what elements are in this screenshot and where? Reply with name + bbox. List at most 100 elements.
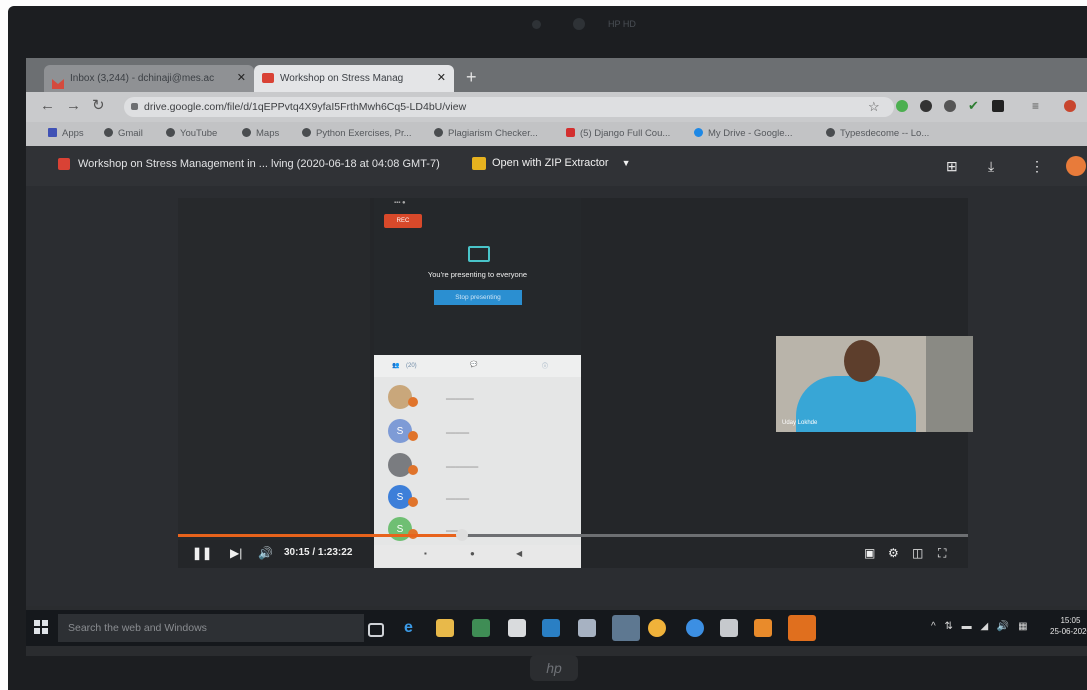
next-icon[interactable]: ▶| <box>230 546 242 560</box>
chevron-up-icon[interactable]: ^ <box>931 621 936 632</box>
file-explorer-icon[interactable] <box>436 619 454 637</box>
bookmark-drive[interactable]: My Drive - Google... <box>694 128 792 139</box>
open-with-button[interactable]: Open with ZIP Extractor ▼ <box>472 157 631 170</box>
speaker-head <box>844 340 880 382</box>
app-icon[interactable] <box>578 619 596 637</box>
rec-badge: REC <box>384 214 422 228</box>
edge-icon[interactable]: e <box>404 619 422 637</box>
network-icon[interactable]: ⇅ <box>944 621 952 632</box>
volume-tray-icon[interactable]: 🔊 <box>997 621 1009 632</box>
tab-workshop[interactable]: Workshop on Stress Manag ✕ <box>254 65 454 92</box>
list-item[interactable]: S ▁▁▁▁ <box>388 515 568 543</box>
extension-icon[interactable] <box>992 100 1004 112</box>
recents-icon: ▪ <box>424 549 427 558</box>
miniplayer-icon[interactable]: ◫ <box>912 546 923 560</box>
windows-start-icon[interactable] <box>34 620 48 634</box>
globe-icon <box>434 128 443 137</box>
bookmark-typesdecome[interactable]: Typesdecome -- Lo... <box>826 128 929 139</box>
close-icon[interactable]: ✕ <box>237 65 246 92</box>
list-item[interactable]: ▁▁▁▁▁▁ <box>388 383 568 411</box>
progress-bar[interactable] <box>178 529 968 541</box>
bookmark-python[interactable]: Python Exercises, Pr... <box>302 128 412 139</box>
stop-presenting-button[interactable]: Stop presenting <box>434 290 522 305</box>
clock-time: 15:05 <box>1060 616 1081 625</box>
bookmark-label: My Drive - Google... <box>708 128 793 139</box>
bookmark-label: Maps <box>256 128 280 139</box>
globe-icon <box>826 128 835 137</box>
app-active-icon[interactable] <box>788 615 816 641</box>
participant-name: ▁▁▁▁▁ <box>446 428 470 434</box>
new-tab-icon[interactable]: + <box>466 68 477 86</box>
reload-icon[interactable]: ↻ <box>92 98 105 114</box>
presenting-panel: ▪▪▪ ● REC You're presenting to everyone … <box>374 198 581 355</box>
volume-icon[interactable]: 🔊 <box>258 546 273 560</box>
forward-icon[interactable]: → <box>66 98 81 114</box>
bookmark-youtube[interactable]: YouTube <box>166 128 217 139</box>
bookmark-django[interactable]: (5) Django Full Cou... <box>566 128 670 139</box>
chrome-profile-icon[interactable] <box>686 619 704 637</box>
back-icon[interactable]: ← <box>40 98 55 114</box>
progress-fill <box>178 534 463 537</box>
settings-icon[interactable]: ⚙ <box>888 546 899 560</box>
document-icon[interactable] <box>720 619 738 637</box>
keyboard-icon[interactable]: ▦ <box>1018 621 1027 632</box>
presentation-icon[interactable] <box>754 619 772 637</box>
account-avatar[interactable] <box>1066 156 1086 176</box>
bookmark-plagiarism[interactable]: Plagiarism Checker... <box>434 128 538 139</box>
open-with-label: Open with ZIP Extractor <box>492 157 609 169</box>
extension-icon[interactable] <box>920 100 932 112</box>
drive-slides-icon <box>262 73 274 83</box>
dropdown-icon: ▼ <box>621 158 631 168</box>
apps-icon <box>48 128 57 137</box>
check-icon[interactable]: ✔ <box>968 98 979 114</box>
taskbar-search-input[interactable]: Search the web and Windows <box>58 614 364 642</box>
phone-screen: ▪▪▪ ● REC You're presenting to everyone … <box>374 198 581 568</box>
bag-icon[interactable] <box>508 619 526 637</box>
participant-tabs: 👥 (20) 💬 ⓘ <box>374 355 581 377</box>
camera-feed: Uday Lokhde <box>776 336 973 432</box>
back-nav-icon: ◀ <box>516 549 523 558</box>
extension-icon[interactable] <box>944 100 956 112</box>
webcam-dot <box>532 20 541 29</box>
profile-icon[interactable] <box>1064 100 1076 112</box>
info-icon: ⓘ <box>542 364 549 370</box>
fullscreen-icon[interactable]: ⛶ <box>938 546 946 560</box>
extension-icon[interactable] <box>896 100 908 112</box>
battery-icon[interactable]: ▬ <box>962 621 972 632</box>
bookmark-maps[interactable]: Maps <box>242 128 279 139</box>
drive-viewer: Workshop on Stress Management in ... lvi… <box>26 146 1087 606</box>
bookmark-label: Apps <box>62 128 84 139</box>
list-item[interactable]: S ▁▁▁▁▁ <box>388 417 568 445</box>
chrome-icon[interactable] <box>648 619 666 637</box>
menu-icon[interactable]: ≡ <box>1032 98 1039 114</box>
address-bar[interactable]: drive.google.com/file/d/1qEPPvtq4X9yfaI5… <box>124 97 894 117</box>
bookmark-gmail[interactable]: Gmail <box>104 128 143 139</box>
system-clock[interactable]: 15:05 25-06-2020 <box>1050 615 1087 637</box>
list-item[interactable]: ▁▁▁▁▁▁▁ <box>388 451 568 479</box>
tab-gmail[interactable]: Inbox (3,244) - dchinaji@mes.ac ✕ <box>44 65 254 92</box>
store-icon[interactable] <box>472 619 490 637</box>
bookmark-apps[interactable]: Apps <box>48 128 84 139</box>
list-item[interactable]: S ▁▁▁▁▁ <box>388 483 568 511</box>
vscode-icon[interactable] <box>542 619 560 637</box>
drive-icon <box>694 128 703 137</box>
zip-extractor-icon <box>472 157 486 170</box>
globe-icon <box>242 128 251 137</box>
video-player[interactable]: ▪▪▪ ● REC You're presenting to everyone … <box>178 198 973 568</box>
download-icon[interactable]: ⤓ <box>988 158 994 175</box>
video-left-panel <box>178 198 370 540</box>
more-options-icon[interactable]: ⋮ <box>1030 158 1044 175</box>
globe-icon <box>104 128 113 137</box>
add-comment-icon[interactable]: ⊞ <box>946 158 958 175</box>
star-icon[interactable]: ☆ <box>868 99 880 115</box>
chrome-active-icon[interactable] <box>612 615 640 641</box>
task-view-icon[interactable] <box>368 623 384 637</box>
globe-icon <box>166 128 175 137</box>
pause-icon[interactable]: ❚❚ <box>192 546 212 560</box>
viewer-header: Workshop on Stress Management in ... lvi… <box>26 146 1087 186</box>
close-icon[interactable]: ✕ <box>437 65 446 92</box>
bookmark-label: Gmail <box>118 128 143 139</box>
gmail-icon <box>52 73 64 89</box>
wifi-icon[interactable]: ◢ <box>980 621 988 632</box>
captions-icon[interactable]: ▣ <box>864 546 875 560</box>
